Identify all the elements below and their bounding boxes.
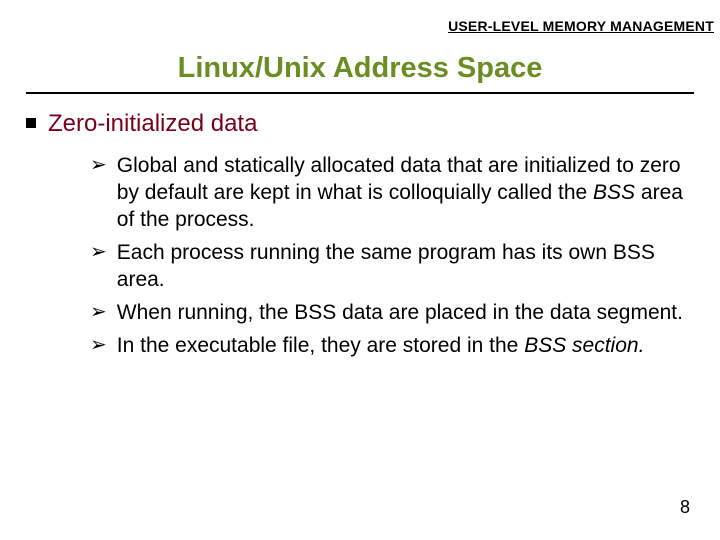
arrow-icon: ➢	[90, 299, 107, 325]
header-label: USER-LEVEL MEMORY MANAGEMENT	[448, 18, 714, 34]
text-pre: In the executable file, they are stored …	[117, 334, 524, 357]
text-pre: Each process running the same program ha…	[117, 241, 655, 291]
arrow-icon: ➢	[90, 239, 107, 265]
page-number: 8	[680, 497, 690, 518]
arrow-icon: ➢	[90, 152, 107, 178]
section-heading: Zero-initialized data	[48, 110, 257, 138]
square-bullet-icon	[26, 118, 36, 128]
list-item: ➢ In the executable file, they are store…	[90, 332, 694, 359]
title-underline	[26, 92, 694, 94]
text-pre: When running, the BSS data are placed in…	[117, 301, 683, 324]
content-area: Zero-initialized data ➢ Global and stati…	[26, 110, 694, 365]
bullet-text: Global and statically allocated data tha…	[117, 152, 694, 233]
list-item: ➢ Each process running the same program …	[90, 239, 694, 293]
arrow-icon: ➢	[90, 332, 107, 358]
bullet-text: In the executable file, they are stored …	[117, 332, 645, 359]
bullet-text: When running, the BSS data are placed in…	[117, 299, 683, 326]
section-row: Zero-initialized data	[26, 110, 694, 138]
bullet-text: Each process running the same program ha…	[117, 239, 694, 293]
slide-title: Linux/Unix Address Space	[178, 52, 543, 85]
text-em: BSS section.	[524, 334, 644, 357]
list-item: ➢ When running, the BSS data are placed …	[90, 299, 694, 326]
list-item: ➢ Global and statically allocated data t…	[90, 152, 694, 233]
text-em: BSS	[593, 181, 635, 204]
bullet-list: ➢ Global and statically allocated data t…	[90, 152, 694, 359]
title-wrap: Linux/Unix Address Space	[0, 52, 720, 85]
